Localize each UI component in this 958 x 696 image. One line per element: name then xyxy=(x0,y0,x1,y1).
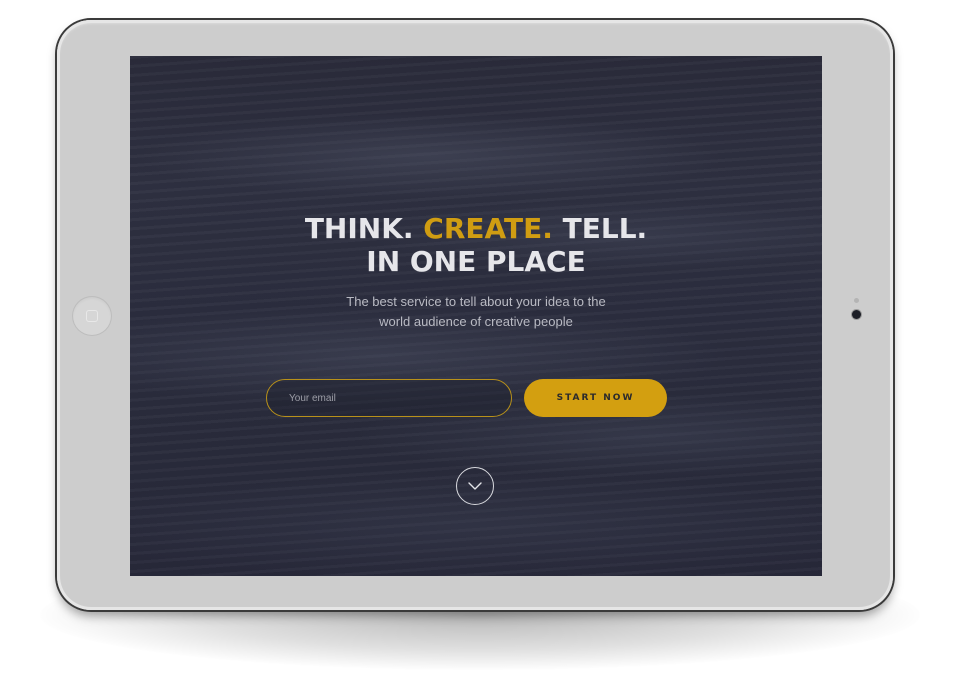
home-square-icon xyxy=(86,310,98,322)
tablet-screen: THINK. CREATE. TELL. IN ONE PLACE The be… xyxy=(130,56,822,576)
hero-subtitle: The best service to tell about your idea… xyxy=(130,292,822,332)
title-line-2: IN ONE PLACE xyxy=(366,245,586,278)
title-tell: TELL. xyxy=(562,212,648,245)
stage: THINK. CREATE. TELL. IN ONE PLACE The be… xyxy=(0,0,958,696)
start-now-button[interactable]: START NOW xyxy=(524,379,667,417)
title-think: THINK. xyxy=(304,212,414,245)
title-create: CREATE. xyxy=(423,212,553,245)
camera-icon xyxy=(852,310,861,319)
hero-title: THINK. CREATE. TELL. IN ONE PLACE xyxy=(130,212,822,278)
chevron-down-icon xyxy=(468,482,482,490)
email-input[interactable] xyxy=(266,379,512,417)
home-button-icon[interactable] xyxy=(72,296,112,336)
subtitle-line-1: The best service to tell about your idea… xyxy=(346,294,606,309)
scroll-down-button[interactable] xyxy=(456,467,494,505)
subtitle-line-2: world audience of creative people xyxy=(379,314,573,329)
sensor-icon xyxy=(854,298,859,303)
